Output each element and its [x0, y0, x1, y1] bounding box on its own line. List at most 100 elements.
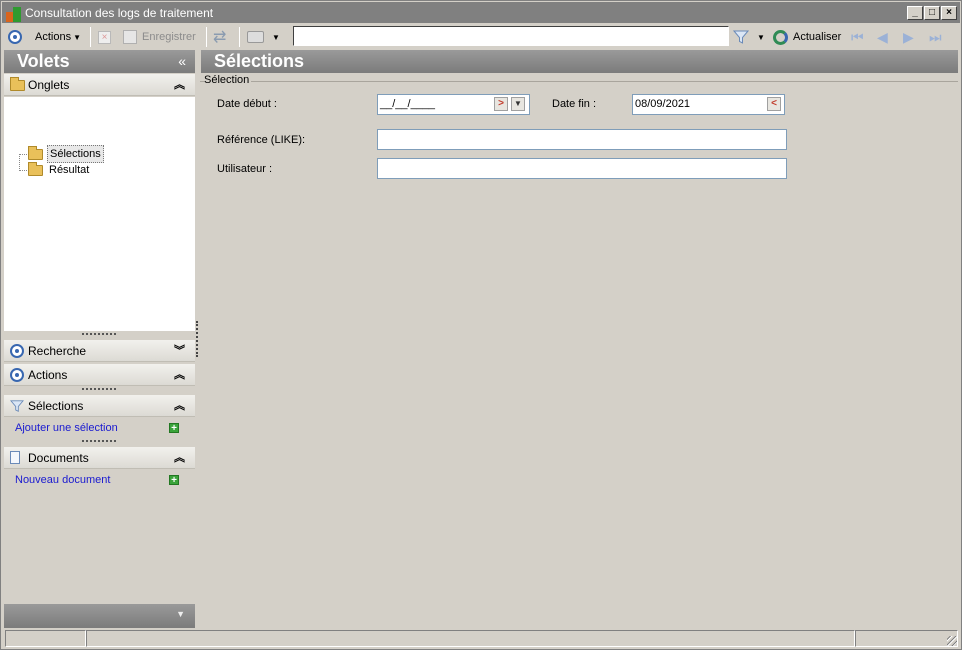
minimize-button[interactable]: _: [907, 6, 923, 20]
search-input[interactable]: [293, 26, 729, 46]
pane-options-bar[interactable]: ▼: [4, 604, 195, 628]
chevron-up-icon[interactable]: ︽: [174, 364, 185, 386]
chevron-up-icon[interactable]: ︽: [174, 74, 185, 96]
date-debut-value: __/__/____: [380, 98, 436, 110]
main-header: Sélections: [201, 50, 958, 73]
onglets-group-header[interactable]: Onglets ︽: [4, 74, 195, 96]
tree-item-label: Résultat: [49, 164, 90, 176]
status-cell: [86, 630, 855, 647]
status-cell: [855, 630, 958, 647]
selections-label: Sélections: [28, 399, 84, 413]
nav-circle-button[interactable]: [8, 24, 22, 50]
utilisateur-field[interactable]: [377, 158, 787, 179]
save-label: Enregistrer: [142, 31, 196, 43]
window-resize-grip[interactable]: [947, 636, 957, 646]
last-record-button[interactable]: ⏭: [929, 24, 942, 50]
date-fin-value: 08/09/2021: [635, 98, 691, 110]
documents-group-header[interactable]: Documents ︽: [4, 447, 195, 469]
app-icon: [6, 6, 22, 22]
resize-grip[interactable]: [82, 440, 116, 443]
document-icon: [10, 451, 20, 464]
last-arrow-icon: ⏭: [929, 28, 942, 45]
first-record-button[interactable]: ⏮: [851, 24, 864, 50]
filter-icon: [10, 400, 24, 412]
filter-button[interactable]: ▼: [733, 24, 765, 50]
folder-icon: [28, 161, 43, 176]
first-arrow-icon: ⏮: [851, 28, 864, 45]
actions-menu-label: Actions: [35, 31, 72, 43]
documents-label: Documents: [28, 451, 89, 465]
printer-icon: [247, 31, 264, 43]
open-folder-icon: [28, 145, 43, 160]
collapse-pane-button[interactable]: «: [178, 50, 186, 73]
tree-item-resultat[interactable]: Résultat: [28, 161, 91, 178]
title-bar[interactable]: Consultation des logs de traitement _ □ …: [2, 2, 960, 23]
tree-item-selections[interactable]: Sélections: [28, 145, 104, 163]
previous-arrow-icon: ◀: [877, 28, 888, 45]
page-title: Sélections: [214, 51, 305, 71]
tree-item-label: Sélections: [47, 145, 104, 163]
chevron-down-icon[interactable]: ︾: [174, 340, 185, 362]
date-fin-field[interactable]: 08/09/2021: [632, 94, 785, 115]
dropdown-arrow-icon[interactable]: ▼: [176, 609, 185, 619]
onglets-tree: Sélections Résultat: [4, 97, 195, 331]
resize-grip[interactable]: [82, 333, 116, 336]
new-document-link[interactable]: Nouveau document: [15, 474, 110, 486]
volets-pane: Volets « Onglets ︽ Sélections Résultat R: [4, 50, 195, 628]
calendar-icon[interactable]: >: [494, 97, 508, 111]
actions-group-header[interactable]: Actions ︽: [4, 364, 195, 386]
save-button[interactable]: Enregistrer: [123, 24, 196, 50]
filter-icon: [733, 30, 749, 44]
volets-header: Volets «: [4, 50, 195, 73]
fieldset-legend: Sélection: [204, 74, 252, 86]
pane-splitter[interactable]: [196, 321, 198, 357]
resize-grip[interactable]: [82, 388, 116, 391]
actions-label: Actions: [28, 368, 68, 382]
save-icon: [123, 30, 137, 44]
cancel-icon: ×: [98, 30, 111, 44]
previous-record-button[interactable]: ◀: [877, 24, 888, 50]
utilisateur-label: Utilisateur :: [217, 163, 273, 175]
selection-fieldset: [200, 81, 958, 82]
sync-button[interactable]: ⇄: [213, 24, 226, 50]
maximize-button[interactable]: □: [924, 6, 940, 20]
date-fin-label: Date fin :: [552, 98, 597, 110]
chevron-up-icon[interactable]: ︽: [174, 447, 185, 469]
refresh-label: Actualiser: [793, 31, 842, 43]
recherche-group-header[interactable]: Recherche ︾: [4, 340, 195, 362]
toolbar: Actions ▼ × Enregistrer ⇄ ▼ ▼ Actualiser: [2, 24, 960, 50]
circle-nav-icon: [10, 368, 24, 382]
window-title: Consultation des logs de traitement: [25, 6, 214, 20]
actions-menu-button[interactable]: Actions ▼: [35, 24, 81, 50]
selections-group-header[interactable]: Sélections ︽: [4, 395, 195, 417]
cancel-button[interactable]: ×: [98, 24, 111, 50]
refresh-icon: [773, 29, 788, 45]
application-window: Consultation des logs de traitement _ □ …: [0, 0, 962, 650]
print-dropdown-arrow-icon[interactable]: ▼: [272, 33, 280, 42]
date-dropdown-icon[interactable]: ▼: [511, 97, 525, 111]
onglets-label: Onglets: [28, 78, 70, 92]
add-icon[interactable]: +: [169, 475, 179, 486]
chevron-up-icon[interactable]: ︽: [174, 395, 185, 417]
date-debut-label: Date début :: [217, 98, 277, 110]
reference-field[interactable]: [377, 129, 787, 150]
status-bar: [2, 629, 960, 649]
calendar-icon[interactable]: <: [767, 97, 781, 111]
add-icon[interactable]: +: [169, 423, 179, 434]
status-cell: [5, 630, 86, 647]
reference-label: Référence (LIKE):: [217, 134, 306, 146]
circle-nav-icon: [8, 30, 22, 44]
recherche-label: Recherche: [28, 344, 87, 358]
filter-dropdown-arrow-icon[interactable]: ▼: [757, 33, 765, 42]
volets-title: Volets: [17, 51, 70, 71]
circle-nav-icon: [10, 344, 24, 358]
add-selection-link[interactable]: Ajouter une sélection: [15, 422, 118, 434]
refresh-button[interactable]: Actualiser: [773, 24, 841, 50]
print-button[interactable]: ▼: [247, 24, 280, 50]
folder-icon: [10, 77, 25, 91]
next-arrow-icon: ▶: [903, 28, 914, 45]
sync-icon: ⇄: [213, 29, 227, 46]
close-button[interactable]: ×: [941, 6, 957, 20]
dropdown-arrow-icon: ▼: [73, 32, 81, 42]
next-record-button[interactable]: ▶: [903, 24, 914, 50]
